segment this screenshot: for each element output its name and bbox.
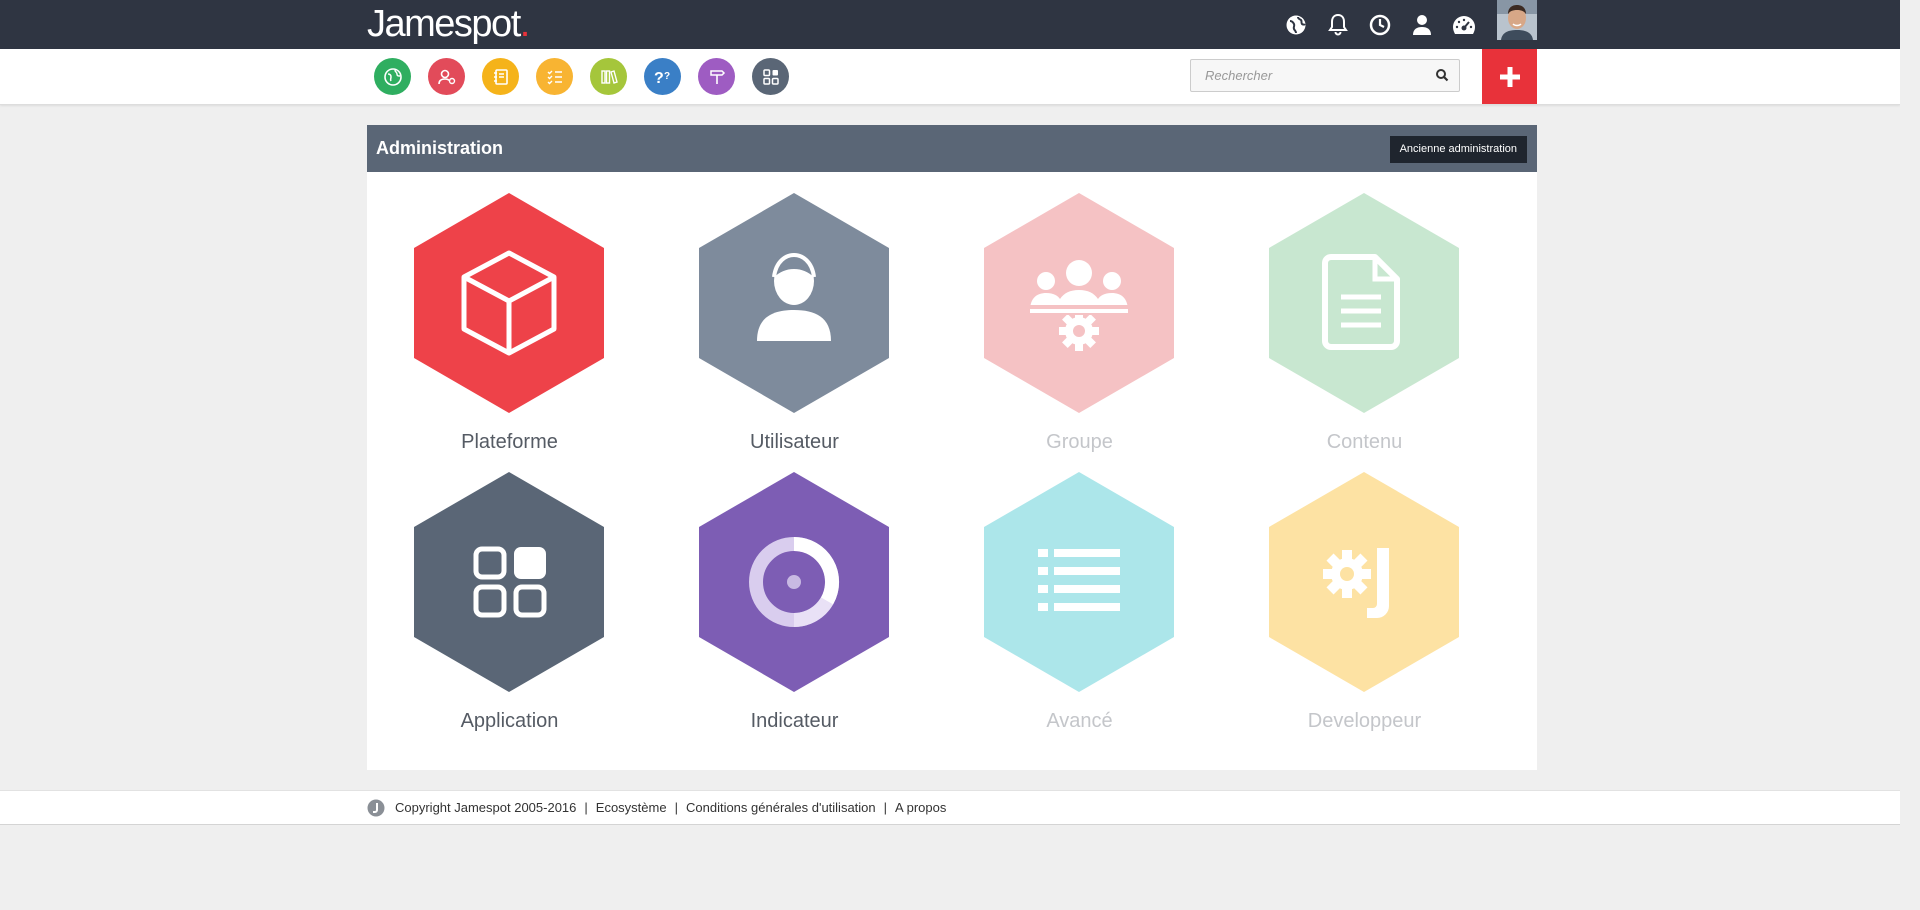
tile-avance[interactable]: Avancé: [937, 472, 1222, 752]
clock-icon[interactable]: [1359, 0, 1401, 49]
footer: Copyright Jamespot 2005-2016 | Ecosystèm…: [0, 790, 1900, 825]
footer-separator: |: [584, 800, 588, 815]
jamespot-logo[interactable]: Jamespot.: [367, 0, 531, 49]
tile-developpeur[interactable]: Developpeur: [1222, 472, 1507, 752]
footer-link-a-propos[interactable]: A propos: [895, 800, 946, 815]
avatar[interactable]: [1497, 0, 1537, 40]
footer-separator: |: [674, 800, 678, 815]
notebook-app-icon[interactable]: [482, 58, 519, 95]
tile-label: Groupe: [1046, 431, 1113, 453]
search-icon[interactable]: [1435, 68, 1451, 84]
panel-header: Administration Ancienne administration: [367, 125, 1537, 172]
tile-label: Plateforme: [461, 431, 558, 453]
bell-icon[interactable]: [1317, 0, 1359, 49]
tile-contenu[interactable]: Contenu: [1222, 193, 1507, 473]
tile-label: Utilisateur: [750, 431, 839, 453]
logo-text: Jamespot: [367, 3, 521, 45]
tile-application[interactable]: Application: [367, 472, 652, 752]
scrollbar[interactable]: [1900, 0, 1920, 910]
help-app-icon[interactable]: ??: [644, 58, 681, 95]
globe-app-icon[interactable]: [374, 58, 411, 95]
copyright-text: Copyright Jamespot 2005-2016: [395, 800, 577, 815]
top-header: Jamespot.: [0, 0, 1920, 49]
administration-panel: Administration Ancienne administration P…: [367, 125, 1537, 770]
globe-icon[interactable]: [1275, 0, 1317, 49]
create-button[interactable]: [1482, 49, 1537, 104]
dashboard-icon[interactable]: [1443, 0, 1485, 49]
page-title: Administration: [376, 138, 504, 158]
app-navbar: ??: [0, 49, 1900, 105]
library-app-icon[interactable]: [590, 58, 627, 95]
tile-groupe[interactable]: Groupe: [937, 193, 1222, 473]
contacts-app-icon[interactable]: [428, 58, 465, 95]
footer-link-ecosysteme[interactable]: Ecosystème: [596, 800, 667, 815]
plus-icon: [1499, 66, 1520, 87]
tile-label: Application: [460, 710, 559, 732]
tile-label: Indicateur: [750, 710, 839, 732]
tile-indicateur[interactable]: Indicateur: [652, 472, 937, 752]
footer-link-cgu[interactable]: Conditions générales d'utilisation: [686, 800, 876, 815]
user-icon[interactable]: [1401, 0, 1443, 49]
footer-separator: |: [883, 800, 888, 815]
tile-label: Contenu: [1326, 431, 1403, 453]
tile-label: Avancé: [1046, 710, 1113, 732]
jamespot-footer-icon: [367, 799, 385, 817]
svg-text:?: ?: [664, 71, 670, 82]
svg-text:?: ?: [654, 70, 664, 87]
old-administration-button[interactable]: Ancienne administration: [1389, 136, 1527, 163]
apps-grid-icon[interactable]: [752, 58, 789, 95]
signpost-app-icon[interactable]: [698, 58, 735, 95]
tile-utilisateur[interactable]: Utilisateur: [652, 193, 937, 473]
search-box: [1190, 59, 1460, 92]
tile-plateforme[interactable]: Plateforme: [367, 193, 652, 473]
checklist-app-icon[interactable]: [536, 58, 573, 95]
app-shortcuts: ??: [374, 58, 789, 95]
search-input[interactable]: [1191, 60, 1435, 91]
logo-dot: .: [519, 3, 531, 45]
tile-label: Developpeur: [1307, 710, 1422, 732]
